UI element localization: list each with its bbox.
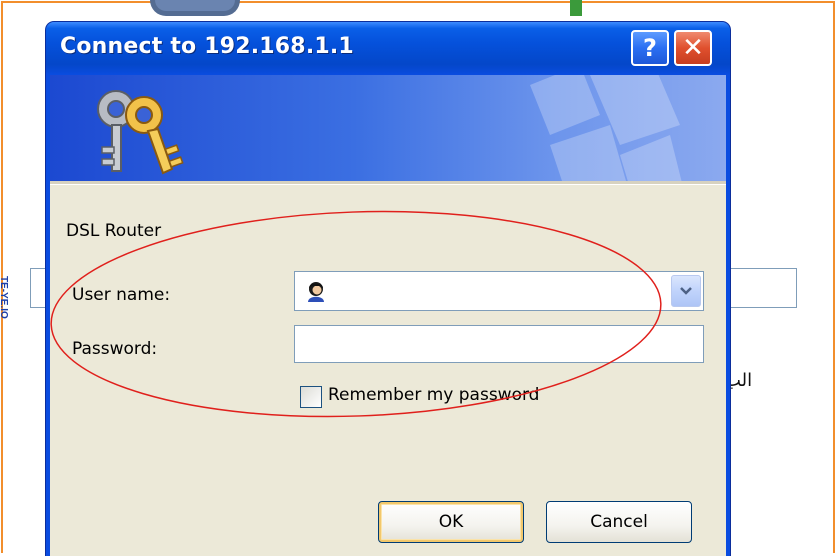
close-button[interactable]: ✕ bbox=[674, 30, 712, 66]
username-dropdown-button[interactable] bbox=[671, 275, 701, 307]
background-input-right bbox=[720, 268, 797, 308]
dialog-body: DSL Router User name: Password: Remember… bbox=[50, 75, 726, 556]
username-combobox[interactable] bbox=[294, 271, 704, 311]
background-vertical-text: TE-YE.IO bbox=[0, 276, 9, 319]
user-icon bbox=[308, 282, 324, 302]
banner-separator bbox=[50, 181, 726, 185]
remember-password-checkbox[interactable] bbox=[300, 386, 322, 408]
password-label: Password: bbox=[72, 339, 158, 359]
cancel-button[interactable]: Cancel bbox=[546, 501, 692, 543]
keys-icon bbox=[97, 90, 184, 175]
remember-password-label[interactable]: Remember my password bbox=[328, 385, 539, 405]
dialog-title: Connect to 192.168.1.1 bbox=[60, 34, 354, 59]
background-graphic bbox=[150, 0, 240, 16]
help-icon: ? bbox=[643, 34, 657, 62]
close-icon: ✕ bbox=[682, 33, 704, 63]
password-input[interactable] bbox=[294, 325, 704, 363]
background-graphic-green bbox=[570, 0, 582, 16]
banner bbox=[50, 75, 726, 181]
realm-label: DSL Router bbox=[66, 221, 162, 241]
banner-watermark bbox=[530, 75, 682, 181]
chevron-down-icon bbox=[680, 287, 692, 295]
help-button[interactable]: ? bbox=[631, 30, 669, 66]
ok-button[interactable]: OK bbox=[378, 501, 524, 543]
title-bar[interactable]: Connect to 192.168.1.1 ? ✕ bbox=[46, 22, 730, 75]
login-dialog: Connect to 192.168.1.1 ? ✕ DSL Router Us… bbox=[46, 22, 730, 556]
username-label: User name: bbox=[72, 285, 171, 305]
